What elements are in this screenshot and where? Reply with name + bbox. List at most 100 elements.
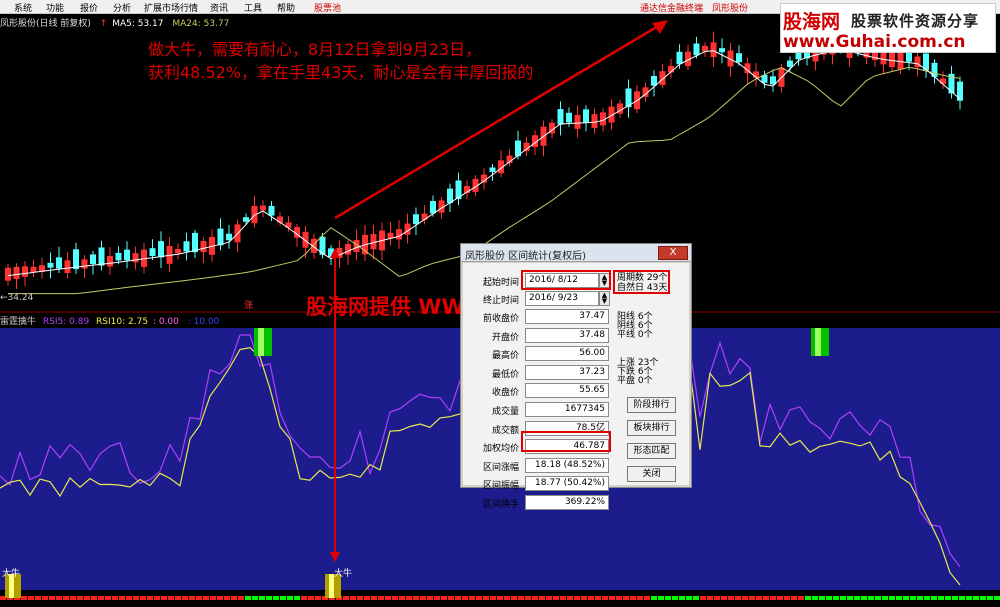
menu-analysis[interactable]: 分析 [113,1,131,14]
signal-cell [168,596,174,600]
stat-row: 开盘价 37.48 [463,327,623,344]
signal-cell [903,596,909,600]
candle [651,76,657,86]
menu-ext-market[interactable]: 扩展市场行情 [144,1,198,14]
menu-tools[interactable]: 工具 [244,1,262,14]
signal-cell [917,596,923,600]
candle [889,51,895,68]
signal-cell [756,596,762,600]
end-time-field[interactable]: 2016/ 9/23 [525,291,599,306]
ma5-readout: MA5: 53.17 [112,19,164,29]
signal-cell [777,596,783,600]
candle [64,260,71,274]
candle [787,60,793,67]
signal-cell [770,596,776,600]
signal-cell [602,596,608,600]
stat-label: 区间振幅 [482,481,519,492]
candle [22,266,28,277]
signal-cell [49,596,55,600]
signal-cell [861,596,867,600]
signal-cell [812,596,818,600]
signal-cell [588,596,594,600]
menu-stock-pool[interactable]: 股票池 [314,1,341,14]
signal-cell [238,596,244,600]
candle [710,42,717,58]
signal-cell [42,596,48,600]
stat-value: 18.77 (50.42%) [525,476,609,492]
signal-cell [805,596,811,600]
candle [566,112,572,123]
menu-stock-name[interactable]: 凤形股份 [712,1,748,14]
signal-cell [672,596,678,600]
candle [396,229,402,240]
zhang-mark: 涨 [244,301,254,311]
signal-cell [455,596,461,600]
signal-cell [518,596,524,600]
signal-cell [350,596,356,600]
signal-cell [56,596,62,600]
signal-cell [630,596,636,600]
signal-cell [175,596,181,600]
close-button[interactable]: 关闭 [627,466,676,482]
end-time-label: 终止时间 [482,296,519,306]
candle [90,254,96,265]
stat-row: 成交量 1677345 [463,402,623,418]
stat-label: 收盘价 [491,388,519,399]
candle [149,248,156,257]
menu-system[interactable]: 系统 [14,1,32,14]
signal-cell [742,596,748,600]
dialog-close-button[interactable]: X [658,246,688,260]
signal-cell [196,596,202,600]
stat-row: 区间振幅 18.77 (50.42%) [463,476,623,492]
start-highlight-box [521,270,611,290]
candle [158,241,164,258]
sector-rank-button[interactable]: 板块排行 [627,420,676,436]
signal-cell [924,596,930,600]
signal-cell [875,596,881,600]
signal-cell [973,596,979,600]
indicator-name: 雷霆擒牛 [0,317,37,327]
menu-quote[interactable]: 报价 [80,1,98,14]
candle [243,217,249,222]
menu-news[interactable]: 资讯 [210,1,228,14]
signal-cell [77,596,83,600]
end-time-spinner[interactable]: ▲ ▼ [599,291,610,306]
signal-cell [532,596,538,600]
signal-cell [294,596,300,600]
signal-cell [945,596,951,600]
signal-cell [910,596,916,600]
candle [430,201,436,214]
candle [736,53,742,63]
signal-cell [392,596,398,600]
gain-highlight-box [521,431,611,452]
stat-row: 最低价 37.23 [463,364,623,381]
stat-row: 收盘价 55.65 [463,383,623,399]
signal-cell [882,596,888,600]
signal-cell [21,596,27,600]
signal-cell [651,596,657,600]
stat-label: 区间涨幅 [482,462,519,473]
signal-cell [840,596,846,600]
signal-cell [938,596,944,600]
signal-cell [749,596,755,600]
signal-cell [952,596,958,600]
signal-cell [301,596,307,600]
stat-value: 56.00 [525,346,609,362]
menu-help[interactable]: 帮助 [277,1,295,14]
signal-cell [84,596,90,600]
signal-cell [623,596,629,600]
candle [591,114,598,128]
range-stats-dialog: 凤形股份 区间统计(复权后) X 起始时间 2016/ 8/12 ▲ ▼ 终止时间… [460,243,692,510]
signal-cell [105,596,111,600]
signal-label-2: 大牛 [334,569,353,579]
stage-rank-button[interactable]: 阶段排行 [627,397,676,413]
stat-label: 成交额 [491,425,519,436]
signal-cell [693,596,699,600]
candle [387,232,394,239]
signal-cell [931,596,937,600]
watermark-logo: 股海网 股票软件资源分享 www.Guhai.com.cn [780,3,996,53]
stat-label: 最高价 [491,351,519,362]
menu-terminal[interactable]: 通达信金融终端 [640,1,703,14]
menu-function[interactable]: 功能 [46,1,64,14]
pattern-match-button[interactable]: 形态匹配 [627,443,676,459]
